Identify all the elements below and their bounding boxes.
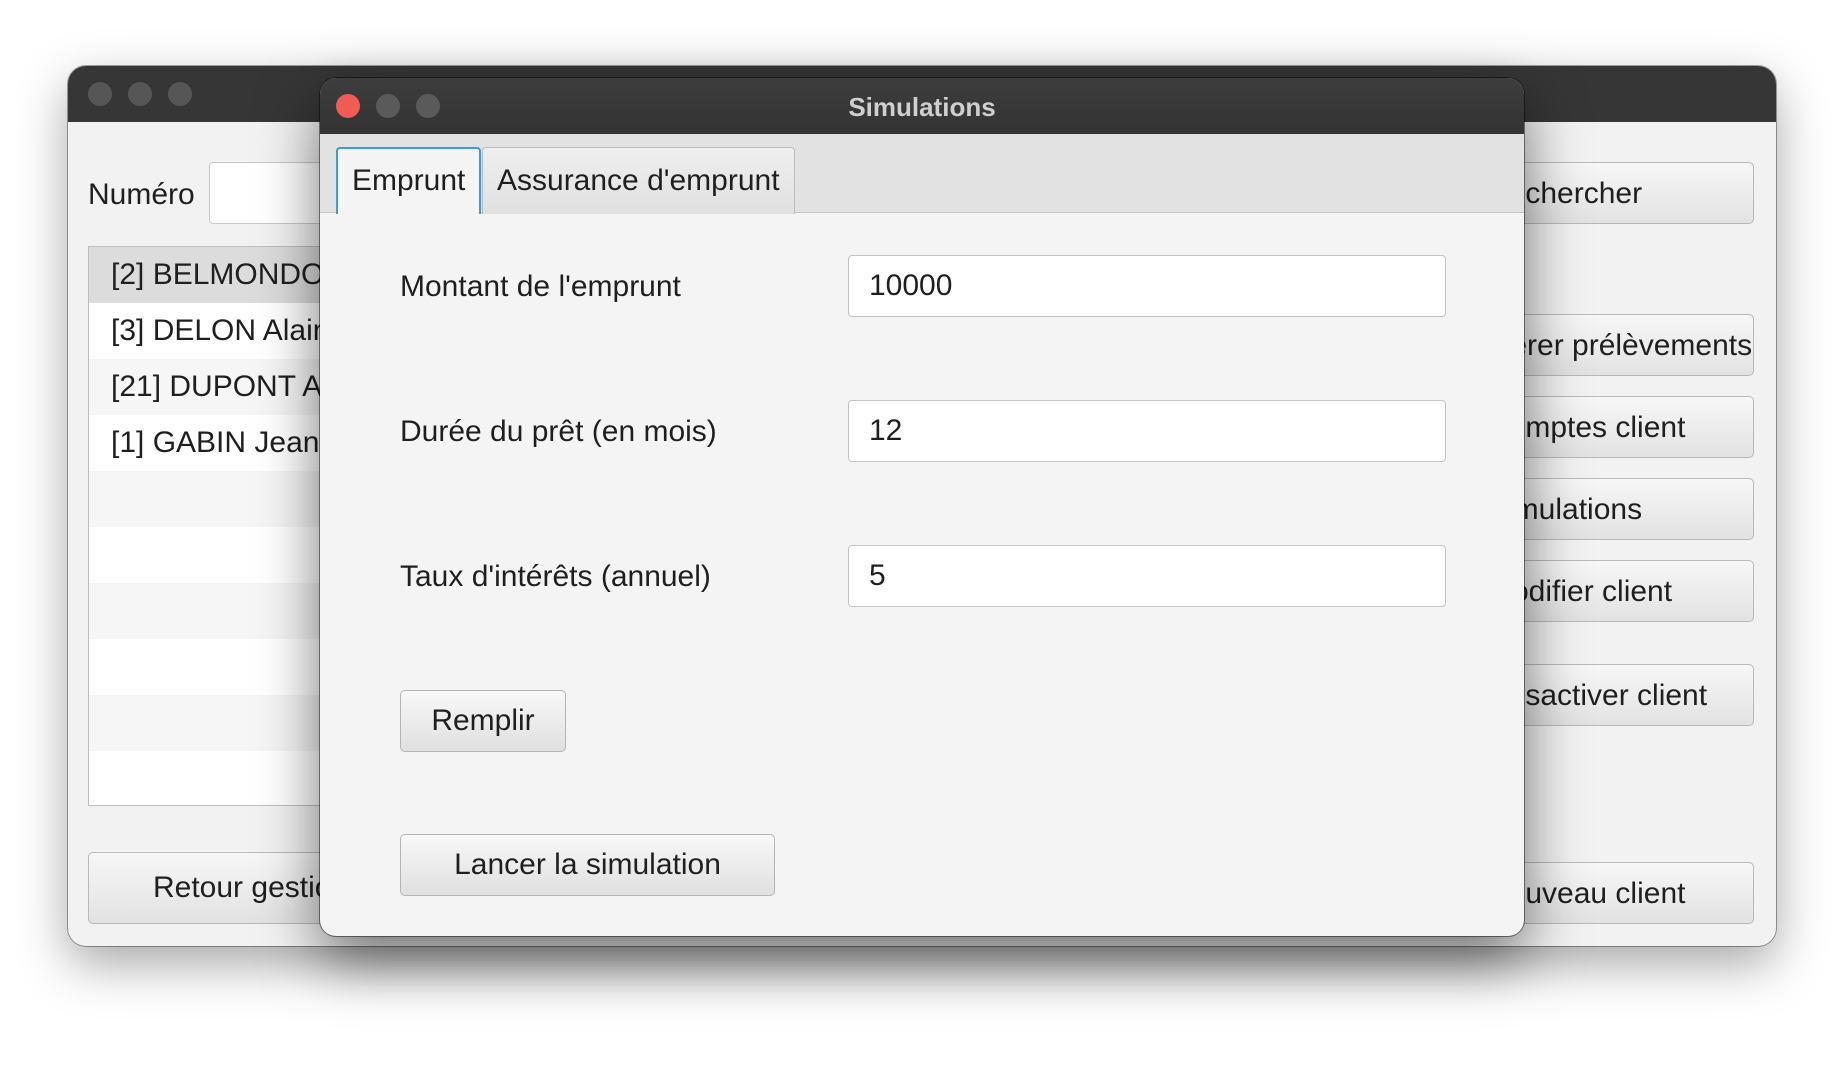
taux-input[interactable] <box>848 545 1446 607</box>
bg-maximize-button[interactable] <box>168 82 192 106</box>
duree-input[interactable] <box>848 400 1446 462</box>
simulations-dialog: Simulations Emprunt Assurance d'emprunt … <box>320 78 1524 936</box>
numero-label: Numéro <box>88 178 195 211</box>
dialog-title-bar: Simulations <box>320 78 1524 134</box>
bg-close-button[interactable] <box>88 82 112 106</box>
montant-input[interactable] <box>848 255 1446 317</box>
taux-label: Taux d'intérêts (annuel) <box>400 560 711 593</box>
remplir-button[interactable]: Remplir <box>400 690 566 752</box>
tab-bar: Emprunt Assurance d'emprunt <box>320 134 1524 214</box>
dialog-title: Simulations <box>848 92 996 122</box>
lancer-simulation-button[interactable]: Lancer la simulation <box>400 834 775 896</box>
bg-minimize-button[interactable] <box>128 82 152 106</box>
montant-label: Montant de l'emprunt <box>400 270 681 303</box>
tab-emprunt[interactable]: Emprunt <box>336 147 482 214</box>
duree-label: Durée du prêt (en mois) <box>400 415 717 448</box>
tab-assurance-emprunt[interactable]: Assurance d'emprunt <box>482 147 795 214</box>
